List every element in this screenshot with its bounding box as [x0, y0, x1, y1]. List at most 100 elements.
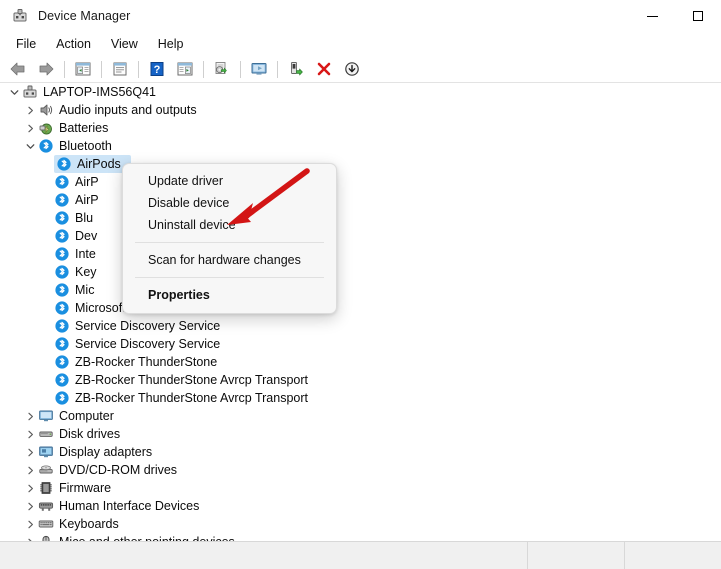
bluetooth-device-icon	[54, 318, 70, 334]
tree-item-display-adapters[interactable]: Display adapters	[0, 443, 721, 461]
tree-item-airp-3[interactable]: AirP	[0, 191, 721, 209]
disable-device-icon	[343, 61, 361, 77]
tree-item-key[interactable]: Key	[0, 263, 721, 281]
ctx-scan-hardware-changes[interactable]: Scan for hardware changes	[123, 249, 336, 271]
tree-item-label: Human Interface Devices	[59, 499, 205, 513]
bluetooth-device-icon	[54, 300, 70, 316]
context-menu[interactable]: Update driver Disable device Uninstall d…	[122, 163, 337, 314]
show-hide-console-tree-button[interactable]	[70, 58, 96, 80]
tree-item-firmware[interactable]: Firmware	[0, 479, 721, 497]
chevron-right-icon[interactable]	[22, 430, 38, 439]
ctx-disable-device[interactable]: Disable device	[123, 192, 336, 214]
tree-item-label: Audio inputs and outputs	[59, 103, 203, 117]
chevron-right-icon[interactable]	[22, 502, 38, 511]
scan-hardware-changes-button[interactable]	[246, 58, 272, 80]
minimize-button[interactable]	[629, 0, 675, 32]
properties-window-icon	[111, 61, 129, 77]
tree-item-label: Service Discovery Service	[75, 337, 226, 351]
scan-hardware-icon	[250, 61, 268, 77]
tree-item-human-interface-devices[interactable]: Human Interface Devices	[0, 497, 721, 515]
chevron-right-icon[interactable]	[22, 106, 38, 115]
tree-item-inte[interactable]: Inte	[0, 245, 721, 263]
chevron-down-icon[interactable]	[6, 88, 22, 97]
chevron-right-icon[interactable]	[22, 484, 38, 493]
tree-item-zb-rocker-thunderstone[interactable]: ZB-Rocker ThunderStone	[0, 353, 721, 371]
tree-item-mic[interactable]: Mic	[0, 281, 721, 299]
back-button[interactable]	[5, 58, 31, 80]
chevron-right-icon[interactable]	[22, 448, 38, 457]
toolbar-separator	[240, 61, 241, 78]
ctx-properties[interactable]: Properties	[123, 284, 336, 306]
tree-item-service-discovery-service-1[interactable]: Service Discovery Service	[0, 317, 721, 335]
window-controls	[629, 0, 721, 32]
bluetooth-device-icon	[54, 174, 70, 190]
action-pane-icon	[176, 61, 194, 77]
tree-item-label: Inte	[75, 247, 102, 261]
tree-item-label: Mic	[75, 283, 100, 297]
tree-item-keyboards[interactable]: Keyboards	[0, 515, 721, 533]
tree-item-airp-2[interactable]: AirP	[0, 173, 721, 191]
update-driver-button[interactable]	[209, 58, 235, 80]
ctx-update-driver[interactable]: Update driver	[123, 170, 336, 192]
tree-item-dev[interactable]: Dev	[0, 227, 721, 245]
status-pane-message	[0, 542, 527, 569]
uninstall-device-button[interactable]	[311, 58, 337, 80]
toolbar-separator	[101, 61, 102, 78]
battery-icon	[38, 120, 54, 136]
bluetooth-device-icon	[54, 228, 70, 244]
menu-bar: File Action View Help	[0, 32, 721, 56]
tree-item-dvd-cdrom-drives[interactable]: DVD/CD-ROM drives	[0, 461, 721, 479]
firmware-icon	[38, 480, 54, 496]
bluetooth-device-icon	[54, 354, 70, 370]
tree-item-zb-rocker-avrcp-1[interactable]: ZB-Rocker ThunderStone Avrcp Transport	[0, 371, 721, 389]
device-tree[interactable]: LAPTOP-IMS56Q41 Audio inputs and outputs	[0, 83, 721, 541]
tree-root-node[interactable]: LAPTOP-IMS56Q41	[0, 83, 721, 101]
chevron-right-icon[interactable]	[22, 466, 38, 475]
maximize-button[interactable]	[675, 0, 721, 32]
tree-item-airpods[interactable]: AirPods	[0, 155, 721, 173]
tree-item-mice-and-other-pointing-devices[interactable]: Mice and other pointing devices	[0, 533, 721, 541]
menu-help[interactable]: Help	[148, 34, 194, 54]
hid-icon	[38, 498, 54, 514]
status-pane-2	[527, 542, 624, 569]
bluetooth-device-icon	[56, 156, 72, 172]
update-driver-icon	[213, 61, 231, 77]
tree-item-disk-drives[interactable]: Disk drives	[0, 425, 721, 443]
window-title: Device Manager	[38, 9, 130, 23]
context-menu-separator	[135, 277, 324, 278]
menu-file[interactable]: File	[6, 34, 46, 54]
tree-item-microsoft-bluetooth-le-enumerator[interactable]: Microsoft Bluetooth LE Enumerator	[0, 299, 721, 317]
tree-item-label: Disk drives	[59, 427, 126, 441]
tree-item-computer[interactable]: Computer	[0, 407, 721, 425]
disable-device-button[interactable]	[339, 58, 365, 80]
tree-item-blu[interactable]: Blu	[0, 209, 721, 227]
chevron-right-icon[interactable]	[22, 520, 38, 529]
chevron-right-icon[interactable]	[22, 412, 38, 421]
chevron-down-icon[interactable]	[22, 142, 38, 151]
device-manager-icon	[12, 8, 28, 24]
keyboard-icon	[38, 516, 54, 532]
chevron-right-icon[interactable]	[22, 124, 38, 133]
mouse-icon	[38, 534, 54, 541]
properties-button[interactable]	[107, 58, 133, 80]
help-button[interactable]: ?	[144, 58, 170, 80]
tree-item-zb-rocker-avrcp-2[interactable]: ZB-Rocker ThunderStone Avrcp Transport	[0, 389, 721, 407]
computer-node-icon	[22, 84, 38, 100]
tree-item-label: Service Discovery Service	[75, 319, 226, 333]
tree-item-label: AirPods	[77, 157, 127, 171]
toolbar-separator	[277, 61, 278, 78]
show-hide-action-pane-button[interactable]	[172, 58, 198, 80]
tree-item-batteries[interactable]: Batteries	[0, 119, 721, 137]
disk-drive-icon	[38, 426, 54, 442]
tree-item-label: ZB-Rocker ThunderStone Avrcp Transport	[75, 373, 314, 387]
ctx-uninstall-device[interactable]: Uninstall device	[123, 214, 336, 236]
tree-item-bluetooth[interactable]: Bluetooth	[0, 137, 721, 155]
tree-item-service-discovery-service-2[interactable]: Service Discovery Service	[0, 335, 721, 353]
tree-item-audio-inputs-and-outputs[interactable]: Audio inputs and outputs	[0, 101, 721, 119]
enable-device-button[interactable]	[283, 58, 309, 80]
menu-action[interactable]: Action	[46, 34, 101, 54]
tree-item-label: DVD/CD-ROM drives	[59, 463, 183, 477]
forward-button[interactable]	[33, 58, 59, 80]
bluetooth-icon	[38, 138, 54, 154]
menu-view[interactable]: View	[101, 34, 148, 54]
